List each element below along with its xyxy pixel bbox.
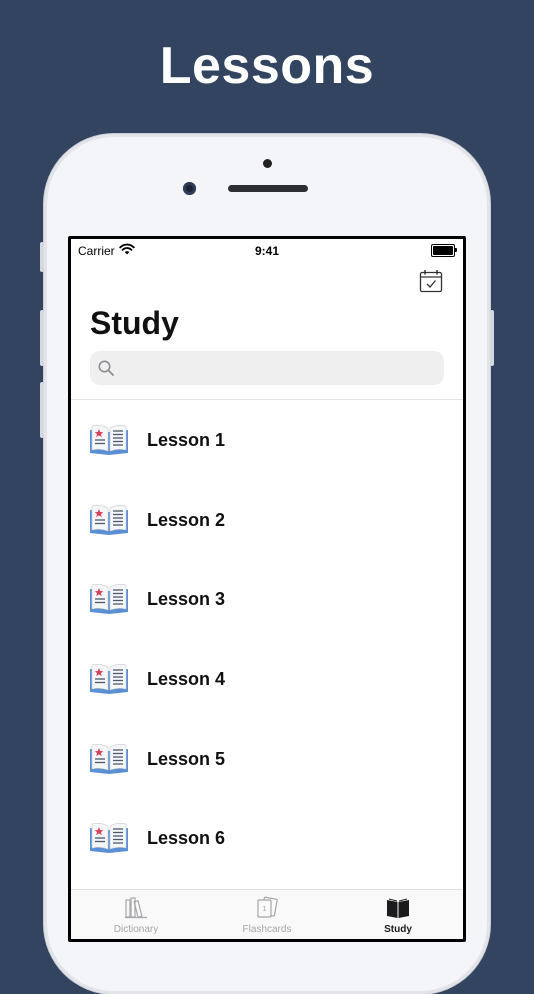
tab-label: Flashcards: [242, 924, 292, 935]
search-icon: [98, 360, 114, 376]
page-title: Study: [90, 305, 179, 341]
tab-dictionary[interactable]: Dictionary: [71, 890, 201, 939]
book-icon: [387, 898, 409, 918]
calendar-check-icon[interactable]: [419, 269, 443, 293]
phone-silent-switch: [40, 242, 44, 272]
promo-headline: Lessons: [159, 37, 375, 95]
lesson-label: Lesson 6: [147, 828, 226, 849]
tab-label: Dictionary: [113, 924, 159, 935]
open-book-icon: [90, 504, 128, 535]
lesson-list: Lesson 1 Lesson 2 Lesson 3 Lesson 4 Less…: [71, 400, 463, 878]
front-camera: [183, 182, 196, 195]
search-bar[interactable]: [90, 351, 444, 387]
lesson-label: Lesson 2: [147, 509, 226, 530]
lesson-label: Lesson 1: [147, 430, 226, 450]
phone-power-button: [490, 310, 494, 366]
lesson-label: Lesson 4: [147, 669, 226, 690]
status-time: 9:41: [254, 244, 280, 258]
tab-label: Study: [384, 924, 412, 935]
lesson-row-3[interactable]: Lesson 3: [71, 559, 463, 639]
status-bar: Carrier 9:41: [71, 239, 463, 261]
lesson-label: Lesson 5: [147, 748, 226, 769]
open-book-icon: [90, 425, 128, 455]
lesson-row-1[interactable]: Lesson 1: [71, 400, 463, 480]
open-book-icon: [90, 743, 128, 774]
lesson-row-5[interactable]: Lesson 5: [71, 719, 463, 799]
tab-bar: Dictionary 1 Flashcards Study: [71, 889, 463, 939]
svg-text:1: 1: [263, 906, 267, 913]
phone-volume-up: [40, 310, 44, 366]
open-book-icon: [90, 823, 128, 854]
flashcards-icon: 1: [257, 896, 278, 918]
phone-screen: Carrier 9:41 Study Lesson 1 Lesson 2 Les…: [68, 236, 466, 942]
lesson-row-2[interactable]: Lesson 2: [71, 480, 463, 560]
earpiece-speaker: [228, 185, 308, 192]
phone-volume-down: [40, 382, 44, 438]
app-screen: Carrier 9:41 Study Lesson 1 Lesson 2 Les…: [71, 239, 463, 939]
open-book-icon: [90, 584, 128, 615]
open-book-icon: [90, 664, 128, 695]
proximity-sensor: [263, 159, 272, 168]
battery-icon: [431, 244, 457, 257]
lesson-row-4[interactable]: Lesson 4: [71, 639, 463, 719]
lesson-row-6[interactable]: Lesson 6: [71, 798, 463, 878]
books-icon: [125, 897, 147, 919]
search-input[interactable]: [122, 351, 436, 387]
lesson-label: Lesson 3: [147, 589, 226, 610]
tab-flashcards[interactable]: 1 Flashcards: [202, 890, 332, 939]
tab-study[interactable]: Study: [333, 890, 463, 939]
